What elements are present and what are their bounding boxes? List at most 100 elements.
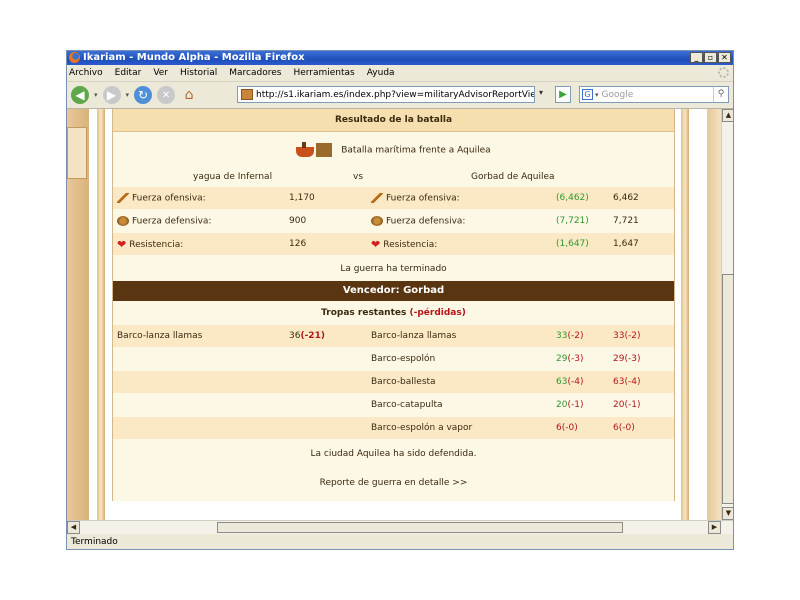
- search-icon[interactable]: ⚲: [713, 87, 728, 102]
- browser-window: Ikariam - Mundo Alpha - Mozilla Firefox …: [66, 50, 734, 550]
- search-engine-dropdown[interactable]: ▾: [595, 91, 599, 99]
- navigation-toolbar: ◀ ▾ ▶ ▾ ↻ ✕ ⌂ http://s1.ikariam.es/index…: [67, 82, 733, 109]
- defender-unit: Barco-catapulta: [371, 400, 443, 410]
- stat-label: Fuerza defensiva:: [386, 216, 466, 227]
- attacker-unit-lost: (-21): [300, 331, 325, 341]
- defender-unit-count: 29: [556, 354, 568, 364]
- close-button[interactable]: ✕: [718, 52, 731, 63]
- forward-button[interactable]: ▶: [102, 86, 121, 104]
- page-content: Resultado de la batalla Batalla marítima…: [67, 109, 733, 520]
- throbber-icon: [718, 67, 729, 78]
- defender-unit-lost: (-3): [567, 354, 584, 364]
- scroll-right-button[interactable]: ▶: [708, 521, 721, 534]
- battle-title: Batalla marítima frente a Aquilea: [113, 141, 674, 159]
- vertical-scroll-thumb[interactable]: [722, 274, 733, 504]
- defender-unit-lost: (-1): [567, 400, 584, 410]
- stat-label: Fuerza ofensiva:: [132, 193, 206, 204]
- back-button[interactable]: ◀: [71, 86, 89, 104]
- attacker-name: yagua de Infernal: [193, 172, 273, 182]
- defender-unit-total: 63: [613, 377, 625, 387]
- menu-historial[interactable]: Historial: [180, 68, 217, 78]
- defender-stat-value: 6,462: [613, 193, 639, 203]
- horizontal-scrollbar[interactable]: ◀ ▶: [67, 520, 733, 534]
- home-button[interactable]: ⌂: [180, 86, 198, 104]
- battle-report-panel: Resultado de la batalla Batalla marítima…: [112, 109, 675, 501]
- heart-icon: ❤: [117, 238, 127, 251]
- vertical-scrollbar[interactable]: ▲ ▼: [721, 109, 733, 520]
- left-pillar-decoration: [97, 109, 105, 520]
- sword-icon: [371, 193, 383, 203]
- ship-icon: [296, 141, 336, 159]
- firefox-icon: [69, 52, 80, 63]
- url-history-dropdown[interactable]: ▾: [539, 88, 543, 97]
- shield-icon: [371, 216, 383, 226]
- report-header: Resultado de la batalla: [113, 109, 674, 132]
- defender-unit-total: 33: [613, 331, 625, 341]
- defender-name: Gorbad de Aquilea: [471, 172, 555, 182]
- heart-icon: ❤: [371, 238, 381, 251]
- go-button[interactable]: ▶: [555, 86, 571, 103]
- menu-archivo[interactable]: Archivo: [69, 68, 103, 78]
- left-sidebar-decoration: [67, 109, 89, 520]
- attacker-unit-count: 36: [289, 331, 301, 341]
- stat-label: Fuerza ofensiva:: [386, 193, 460, 204]
- losses-label: (-pérdidas): [409, 308, 466, 318]
- defender-stat-value: 7,721: [613, 216, 639, 226]
- minimize-button[interactable]: _: [690, 52, 703, 63]
- horizontal-scroll-thumb[interactable]: [217, 522, 623, 533]
- title-bar: Ikariam - Mundo Alpha - Mozilla Firefox …: [67, 51, 733, 65]
- troop-row: Barco-ballesta 63(-4) 63(-4): [113, 371, 674, 393]
- stat-row: Fuerza ofensiva: 1,170 Fuerza ofensiva: …: [113, 187, 674, 209]
- defender-unit-total-lost: (-3): [624, 354, 641, 364]
- maximize-button[interactable]: ▫: [704, 52, 717, 63]
- defender-unit-total-lost: (-2): [624, 331, 641, 341]
- menu-editar[interactable]: Editar: [115, 68, 142, 78]
- right-sidebar-decoration: [707, 109, 721, 520]
- stat-row: ❤ Resistencia: 126 ❤ Resistencia: (1,647) …: [113, 233, 674, 255]
- defender-unit: Barco-espolón a vapor: [371, 423, 473, 433]
- defender-stat-change: (6,462): [556, 193, 589, 203]
- menu-marcadores[interactable]: Marcadores: [229, 68, 281, 78]
- window-title: Ikariam - Mundo Alpha - Mozilla Firefox: [83, 52, 305, 63]
- status-bar: Terminado: [71, 537, 118, 547]
- defender-unit-count: 20: [556, 400, 568, 410]
- menu-herramientas[interactable]: Herramientas: [293, 68, 354, 78]
- stat-row: Fuerza defensiva: 900 Fuerza defensiva: …: [113, 210, 674, 232]
- troop-row: Barco-catapulta 20(-1) 20(-1): [113, 394, 674, 416]
- scroll-down-button[interactable]: ▼: [722, 507, 733, 520]
- back-history-dropdown[interactable]: ▾: [94, 91, 98, 99]
- scroll-up-button[interactable]: ▲: [722, 109, 733, 122]
- defender-unit-total-lost: (-1): [624, 400, 641, 410]
- defender-stat-change: (1,647): [556, 239, 589, 249]
- url-field[interactable]: http://s1.ikariam.es/index.php?view=mili…: [237, 86, 535, 103]
- attacker-stat-value: 900: [289, 216, 307, 226]
- city-defended-text: La ciudad Aquilea ha sido defendida.: [310, 449, 477, 459]
- defender-unit: Barco-espolón: [371, 354, 436, 364]
- defender-stat-change: (7,721): [556, 216, 589, 226]
- defender-unit-lost: (-4): [567, 377, 584, 387]
- menu-bar: Archivo Editar Ver Historial Marcadores …: [67, 65, 733, 82]
- sword-icon: [117, 193, 129, 203]
- defender-unit-lost: (-2): [567, 331, 584, 341]
- stat-label: Fuerza defensiva:: [132, 216, 212, 227]
- defender-unit-total: 29: [613, 354, 625, 364]
- menu-ver[interactable]: Ver: [153, 68, 168, 78]
- stat-label: Resistencia:: [129, 240, 184, 250]
- defender-unit: Barco-lanza llamas: [371, 331, 457, 341]
- defender-stat-value: 1,647: [613, 239, 639, 249]
- troop-row: Barco-espolón 29(-3) 29(-3): [113, 348, 674, 370]
- forward-history-dropdown[interactable]: ▾: [126, 91, 130, 99]
- google-engine-icon[interactable]: G: [582, 89, 593, 100]
- detail-report-link[interactable]: Reporte de guerra en detalle >>: [113, 478, 674, 488]
- defender-unit-count: 63: [556, 377, 568, 387]
- stop-button[interactable]: ✕: [157, 86, 176, 104]
- right-pillar-decoration: [681, 109, 689, 520]
- search-field[interactable]: G ▾ Google ⚲: [579, 86, 729, 103]
- attacker-unit: Barco-lanza llamas: [117, 331, 203, 341]
- attacker-stat-value: 1,170: [289, 193, 315, 203]
- reload-button[interactable]: ↻: [134, 86, 153, 104]
- menu-ayuda[interactable]: Ayuda: [367, 68, 395, 78]
- url-text: http://s1.ikariam.es/index.php?view=mili…: [256, 89, 535, 100]
- vs-label: vs: [353, 172, 364, 182]
- scroll-left-button[interactable]: ◀: [67, 521, 80, 534]
